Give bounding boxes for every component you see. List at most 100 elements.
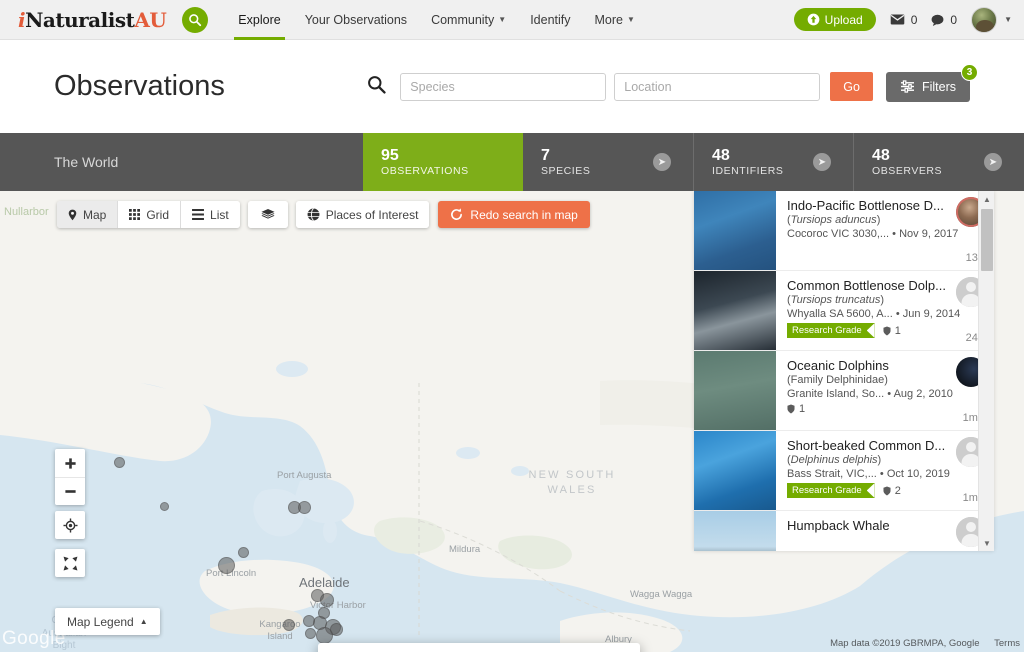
observation-place: Cocoroc VIC 3030,...	[787, 228, 890, 240]
results-scrollbar[interactable]: ▲ ▼	[978, 191, 994, 551]
locate-me-button[interactable]	[55, 511, 85, 539]
layers-group	[247, 201, 288, 228]
map-marker[interactable]	[298, 501, 311, 514]
observation-title[interactable]: Short-beaked Common D...	[787, 438, 984, 453]
observation-title[interactable]: Humpback Whale	[787, 518, 984, 533]
map-marker[interactable]	[218, 557, 235, 574]
nav-label: Explore	[238, 12, 281, 27]
observation-info: Humpback Whale	[776, 511, 994, 551]
nav-links: Explore Your Observations Community ▼ Ide…	[226, 0, 647, 40]
sci-name: Tursiops aduncus	[790, 214, 877, 226]
map-legend-button[interactable]: Map Legend ▲	[55, 608, 160, 635]
stat-observations[interactable]: 95 OBSERVATIONS	[363, 133, 523, 191]
stat-label: IDENTIFIERS	[712, 165, 784, 178]
list-item[interactable]: Indo-Pacific Bottlenose D... (Tursiops a…	[694, 191, 994, 271]
observation-thumbnail[interactable]	[694, 351, 776, 430]
list-item[interactable]: Common Bottlenose Dolp... (Tursiops trun…	[694, 271, 994, 351]
list-item[interactable]: Oceanic Dolphins (Family Delphinidae) Gr…	[694, 351, 994, 431]
location-input[interactable]	[614, 72, 821, 101]
paren-close: )	[877, 454, 882, 466]
nav-item-more[interactable]: More ▼	[583, 0, 647, 40]
zoom-out-button[interactable]	[55, 477, 85, 505]
map-marker[interactable]	[320, 593, 334, 607]
status-badge: Research Grade	[787, 323, 875, 338]
map-marker[interactable]	[330, 623, 343, 636]
nav-item-explore[interactable]: Explore	[226, 0, 292, 40]
paren-close: )	[880, 294, 885, 306]
grid-view-button[interactable]: Grid	[118, 201, 182, 228]
observation-meta: Whyalla SA 5600, A... • Jun 9, 2014	[787, 308, 984, 320]
stat-species[interactable]: 7 SPECIES ➤	[523, 133, 693, 191]
expand-map-button[interactable]	[55, 549, 85, 577]
chevron-down-icon: ▼	[498, 15, 507, 24]
zoom-in-button[interactable]	[55, 449, 85, 477]
map-marker[interactable]	[303, 615, 315, 627]
redo-search-button[interactable]: Redo search in map	[438, 201, 590, 228]
messages-counter[interactable]: 0	[890, 13, 917, 27]
map-view-button[interactable]: Map	[57, 201, 119, 228]
list-item[interactable]: Short-beaked Common D... (Delphinus delp…	[694, 431, 994, 511]
map-marker[interactable]	[283, 619, 295, 631]
list-item[interactable]: Humpback Whale	[694, 511, 994, 551]
top-navigation-bar: iNaturalistAU Explore Your Observations …	[0, 0, 1024, 40]
stat-label: OBSERVATIONS	[381, 165, 469, 178]
terms-link[interactable]: Terms	[994, 638, 1020, 649]
plus-icon	[64, 457, 76, 469]
comments-counter[interactable]: 0	[931, 13, 957, 27]
places-of-interest-button[interactable]: Places of Interest	[295, 201, 430, 228]
observation-thumbnail[interactable]	[694, 431, 776, 510]
map-marker[interactable]	[160, 502, 169, 511]
list-view-button[interactable]: List	[181, 201, 240, 228]
map-marker[interactable]	[305, 628, 316, 639]
stat-value: 95	[381, 146, 399, 164]
search-input[interactable]	[400, 72, 607, 101]
observation-title[interactable]: Indo-Pacific Bottlenose D...	[787, 198, 984, 213]
map-legend-label: Map Legend	[67, 614, 134, 629]
nav-label: More	[594, 12, 623, 27]
upload-arrow-icon	[807, 13, 820, 26]
attribution-text: Map data ©2019 GBRMPA, Google	[830, 638, 980, 649]
nav-item-community[interactable]: Community ▼	[419, 0, 518, 40]
arrow-right-icon[interactable]: ➤	[984, 153, 1002, 171]
observation-popup[interactable]: ✕ Southern Right Whale (Eubalaena austra…	[318, 643, 640, 652]
globe-icon	[307, 208, 320, 221]
map-view-label: Map	[83, 207, 107, 222]
nav-item-your-observations[interactable]: Your Observations	[293, 0, 419, 40]
id-count-value: 2	[894, 484, 901, 497]
places-of-interest-label: Places of Interest	[325, 207, 419, 222]
observation-title[interactable]: Oceanic Dolphins	[787, 358, 984, 373]
scrollbar-thumb[interactable]	[981, 209, 993, 271]
observation-thumbnail[interactable]	[694, 511, 776, 551]
filters-button[interactable]: Filters	[885, 71, 970, 102]
observation-results-list[interactable]: Indo-Pacific Bottlenose D... (Tursiops a…	[694, 191, 994, 551]
user-menu[interactable]: ▼	[971, 6, 1012, 33]
map-marker[interactable]	[114, 457, 125, 468]
observation-title[interactable]: Common Bottlenose Dolp...	[787, 278, 984, 293]
page-header: Observations Go Filters 3	[0, 40, 1024, 133]
search-icon[interactable]	[182, 6, 209, 33]
avatar	[971, 6, 998, 33]
observation-scientific-name: (Family Delphinidae)	[787, 374, 888, 386]
nav-item-identify[interactable]: Identify	[518, 0, 582, 40]
map-marker[interactable]	[238, 547, 249, 558]
arrow-right-icon[interactable]: ➤	[653, 153, 671, 171]
go-button[interactable]: Go	[830, 72, 873, 101]
chevron-down-icon: ▼	[627, 15, 635, 24]
arrow-right-icon[interactable]: ➤	[813, 153, 831, 171]
map-canvas[interactable]: NEW SOUTH WALES Port Augusta Port Lincoln…	[0, 191, 1024, 652]
map-layers-button[interactable]	[247, 201, 288, 228]
stat-observers[interactable]: 48 OBSERVERS ➤	[853, 133, 1024, 191]
upload-button[interactable]: Upload	[793, 8, 876, 31]
scroll-down-icon[interactable]: ▼	[979, 535, 994, 551]
shield-icon	[883, 326, 891, 335]
scroll-up-icon[interactable]: ▲	[979, 191, 994, 207]
observation-thumbnail[interactable]	[694, 271, 776, 350]
map-pin-icon	[68, 209, 77, 220]
observation-thumbnail[interactable]	[694, 191, 776, 270]
observation-scientific-name: (Delphinus delphis)	[787, 454, 984, 466]
site-logo[interactable]: iNaturalistAU	[18, 8, 167, 32]
stat-identifiers[interactable]: 48 IDENTIFIERS ➤	[693, 133, 853, 191]
places-group: Places of Interest	[295, 201, 430, 228]
observation-info: Indo-Pacific Bottlenose D... (Tursiops a…	[776, 191, 994, 270]
identification-count: 1	[883, 325, 901, 337]
